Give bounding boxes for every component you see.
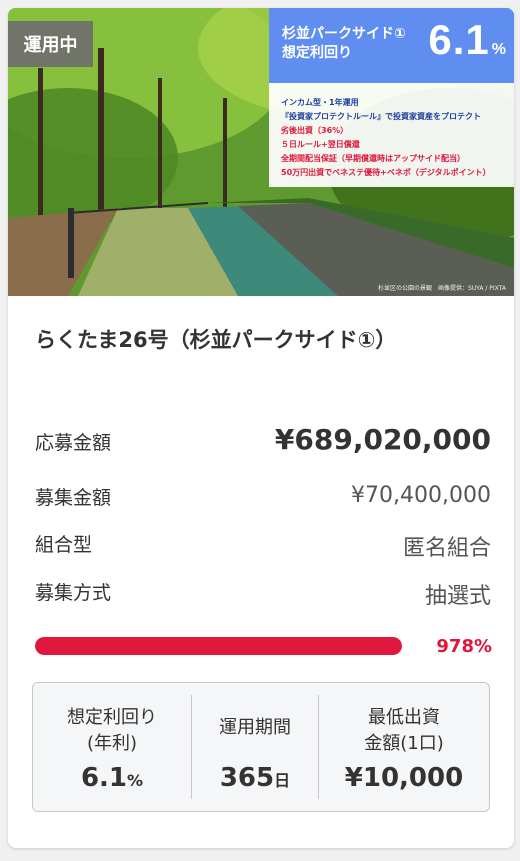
detail-value: ¥689,020,000 [274, 423, 491, 456]
feature-line: 劣後出資（36%） [281, 126, 349, 135]
feature-line: 50万円出資でベネステ優待+ベネポ（デジタルポイント） [281, 168, 491, 177]
fund-hero-image[interactable]: 運用中 杉並パークサイド① 想定利回り 6.1% インカム型・1年運用 『投資家… [8, 8, 514, 296]
feature-line: 全期間配当保証（早期償還時はアップサイド配当） [281, 154, 465, 163]
stat-label: 最低出資 [368, 707, 440, 728]
stat-unit: 日 [274, 771, 291, 790]
stat-value: ¥10,000 [319, 763, 489, 793]
feature-panel: インカム型・1年運用 『投資家プロテクトルール』で投資家資産をプロテクト 劣後出… [269, 83, 514, 187]
stat-label: 金額(1口) [364, 733, 444, 754]
panel-rate-value: 6.1 [428, 16, 490, 63]
stat-expected-yield: 想定利回り (年利) 6.1% [33, 683, 191, 811]
feature-line: インカム型・1年運用 [281, 98, 359, 107]
detail-row-recruitment-method: 募集方式 抽選式 [35, 578, 491, 610]
panel-rate-unit: % [491, 41, 506, 58]
fund-title[interactable]: らくたま26号（杉並パークサイド①） [35, 324, 495, 354]
feature-line: 『投資家プロテクトルール』で投資家資産をプロテクト [281, 112, 481, 121]
detail-value: ¥70,400,000 [351, 483, 491, 508]
panel-fund-name: 杉並パークサイド① 想定利回り [282, 25, 422, 63]
detail-value: 抽選式 [424, 584, 491, 609]
progress-bar [35, 637, 402, 655]
rate-panel: 杉並パークサイド① 想定利回り 6.1% [269, 8, 514, 83]
stat-number: ¥10,000 [344, 763, 464, 793]
fund-card[interactable]: 運用中 杉並パークサイド① 想定利回り 6.1% インカム型・1年運用 『投資家… [8, 8, 514, 848]
feature-line: ５日ルール+翌日償還 [281, 140, 360, 149]
detail-label: 応募金額 [35, 432, 112, 454]
detail-row-recruitment-amount: 募集金額 ¥70,400,000 [35, 483, 491, 515]
stat-label: 運用期間 [219, 717, 291, 738]
detail-row-partnership-type: 組合型 匿名組合 [35, 530, 491, 562]
detail-label: 募集方式 [35, 582, 112, 604]
panel-name-line1: 杉並パークサイド① [282, 26, 406, 42]
stat-value: 6.1% [33, 763, 191, 793]
photo-credit: 杉並区の公園の景観 画像提供：SUYA / PIXTA [377, 285, 506, 292]
detail-value: 匿名組合 [402, 536, 491, 561]
progress-fill [35, 637, 402, 655]
stat-number: 365 [219, 763, 275, 793]
stat-operation-period: 運用期間 365日 [192, 683, 318, 811]
detail-label: 募集金額 [35, 487, 112, 509]
progress-percent: 978% [436, 636, 492, 657]
detail-row-application-amount: 応募金額 ¥689,020,000 [35, 423, 491, 460]
detail-label: 組合型 [35, 534, 93, 556]
status-badge: 運用中 [8, 21, 93, 67]
stat-unit: % [127, 771, 144, 790]
stat-value: 365日 [192, 763, 318, 793]
panel-name-line2: 想定利回り [282, 45, 352, 61]
stat-minimum-investment: 最低出資 金額(1口) ¥10,000 [319, 683, 489, 811]
panel-rate: 6.1% [428, 16, 506, 64]
stat-label: (年利) [86, 733, 138, 754]
stats-box: 想定利回り (年利) 6.1% 運用期間 365日 最低出資 金額(1口) ¥1… [32, 682, 490, 812]
stat-label: 想定利回り [67, 707, 157, 728]
stat-number: 6.1 [80, 763, 128, 793]
